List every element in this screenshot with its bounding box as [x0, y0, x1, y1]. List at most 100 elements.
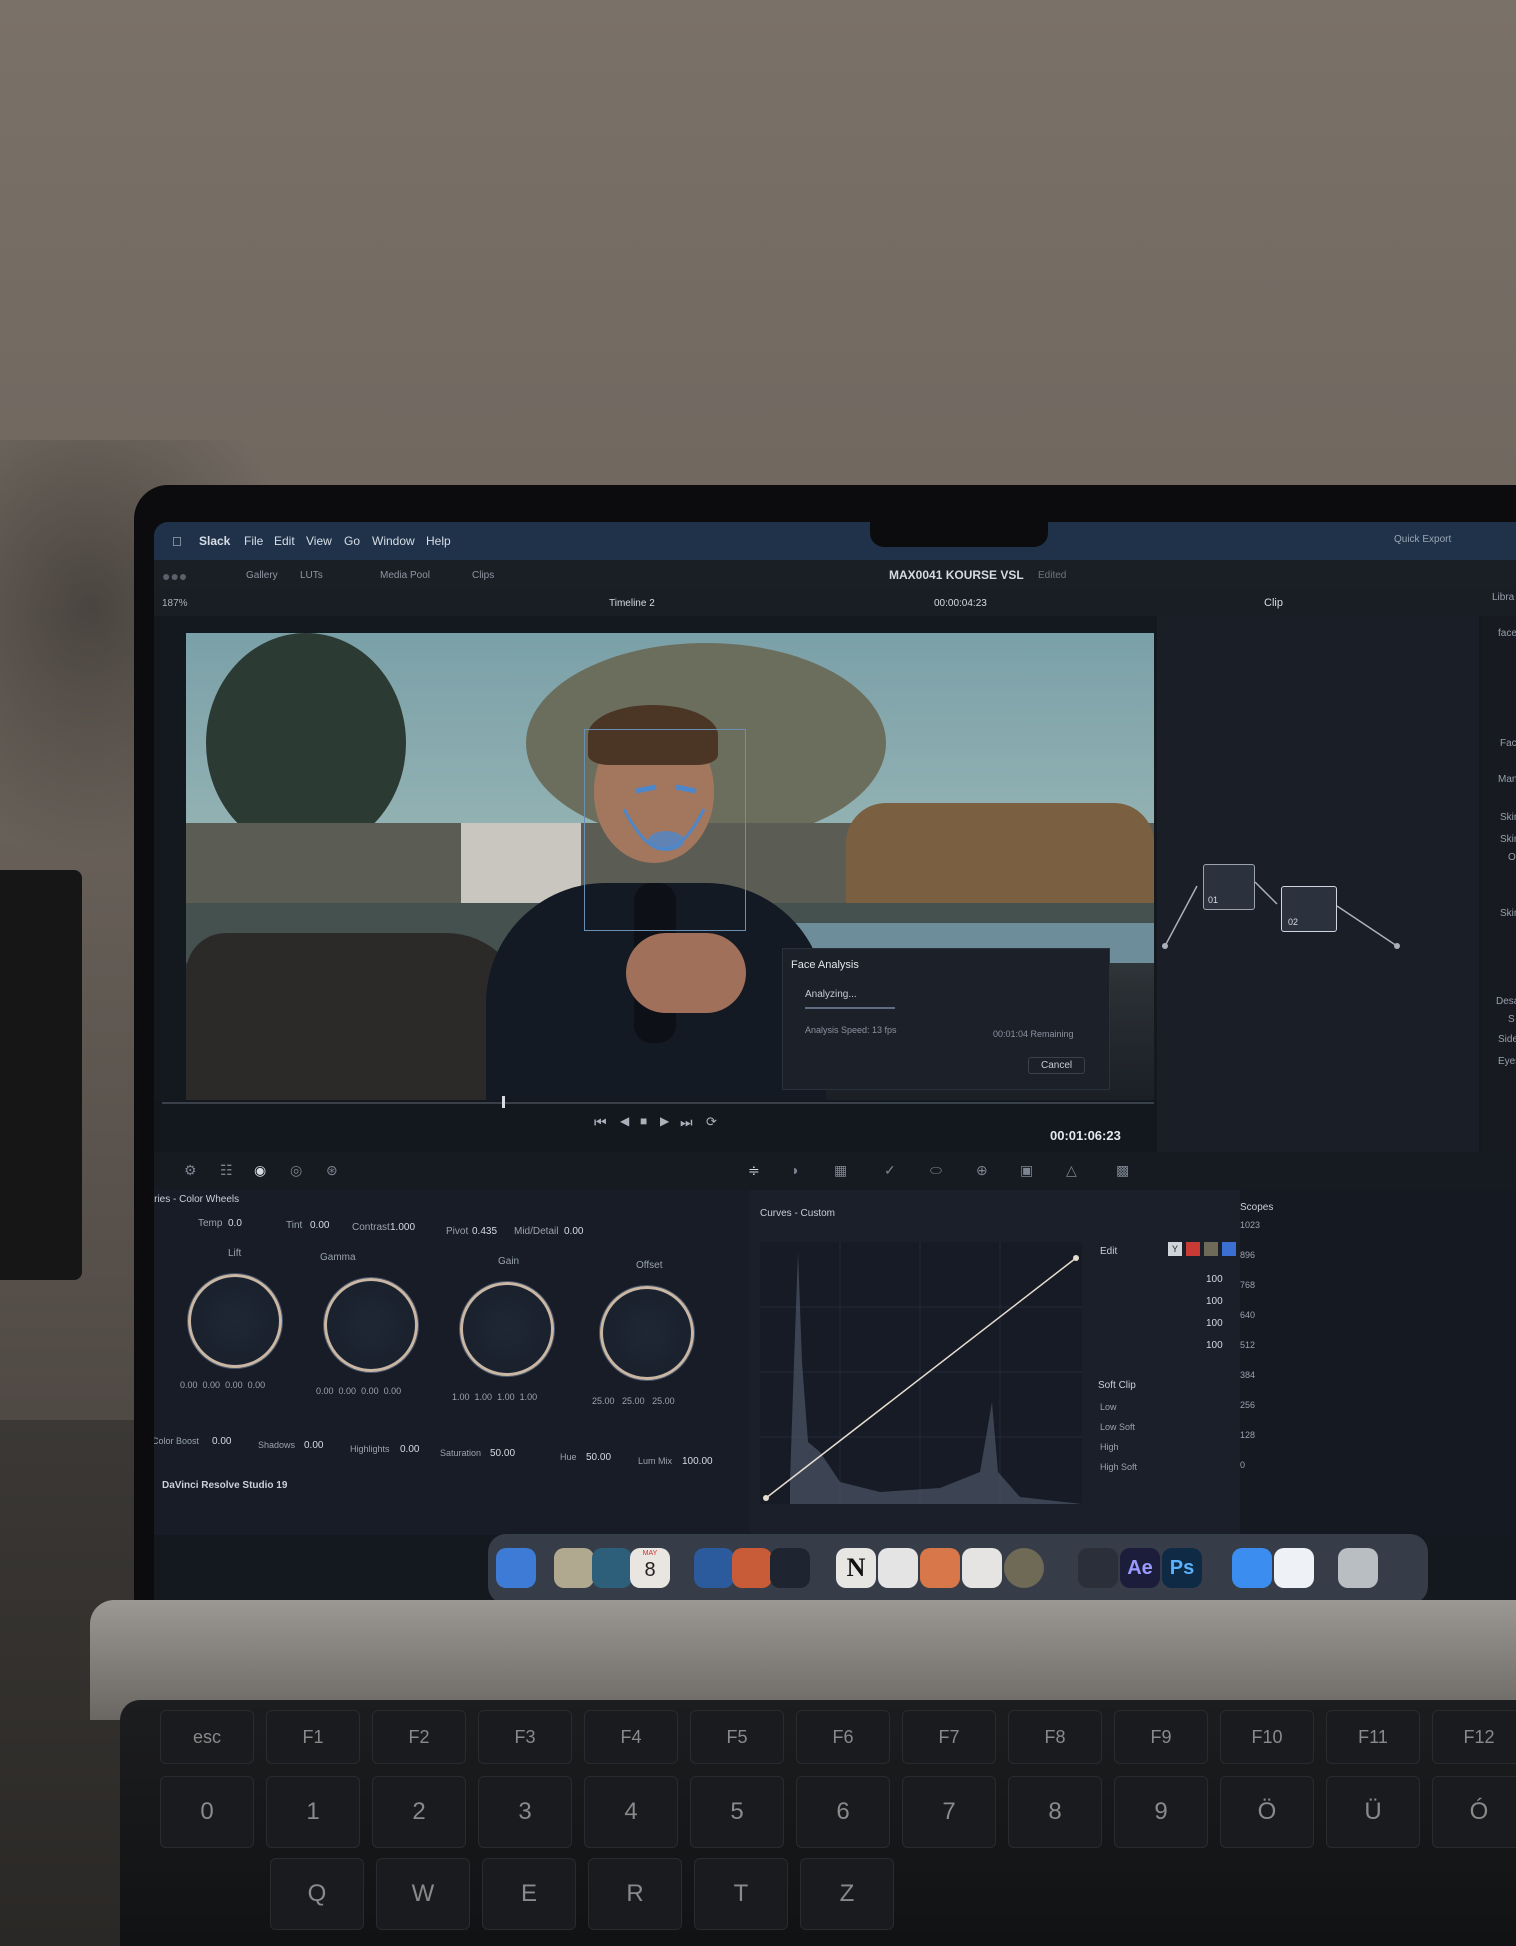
key-r[interactable]: R	[588, 1858, 682, 1930]
photoshop-icon[interactable]: Ps	[1162, 1548, 1202, 1588]
lift-b[interactable]: 0.00	[248, 1380, 266, 1390]
hdr-icon[interactable]: ◎	[290, 1162, 302, 1179]
pivot-value[interactable]: 0.435	[472, 1226, 497, 1237]
menu-slack[interactable]: Slack	[199, 534, 230, 548]
finder-icon[interactable]	[496, 1548, 536, 1588]
key-f7[interactable]: F7	[902, 1710, 996, 1764]
lift-wheel[interactable]	[188, 1274, 282, 1368]
node-02[interactable]: 02	[1281, 886, 1337, 932]
tab-luts[interactable]: LUTs	[300, 570, 323, 581]
intensity-b[interactable]: 100	[1206, 1340, 1223, 1351]
gamma-r[interactable]: 0.00	[339, 1386, 357, 1396]
lummix-value[interactable]: 100.00	[682, 1456, 713, 1467]
spotify-icon[interactable]	[1004, 1548, 1044, 1588]
tab-media-pool[interactable]: Media Pool	[380, 570, 430, 581]
qualifier-icon[interactable]: ✓	[884, 1162, 896, 1179]
preview-icon[interactable]	[554, 1548, 594, 1588]
face-section[interactable]: Fac	[1500, 738, 1516, 749]
magic-mask-icon[interactable]: ▣	[1020, 1162, 1033, 1179]
lift-r[interactable]: 0.00	[203, 1380, 221, 1390]
key-ö[interactable]: Ö	[1220, 1776, 1314, 1848]
window-controls[interactable]: ●●●	[162, 568, 187, 584]
gain-r[interactable]: 1.00	[475, 1392, 493, 1402]
colorboost-value[interactable]: 0.00	[212, 1436, 231, 1447]
davinci-resolve-icon[interactable]	[1078, 1548, 1118, 1588]
menu-go[interactable]: Go	[344, 534, 360, 548]
menu-help[interactable]: Help	[426, 534, 451, 548]
key-w[interactable]: W	[376, 1858, 470, 1930]
contrast-value[interactable]: 1.000	[390, 1222, 415, 1233]
go-to-end-icon[interactable]: ⏭	[680, 1114, 693, 1131]
shadows-value[interactable]: 0.00	[304, 1440, 323, 1451]
tint-value[interactable]: 0.00	[310, 1220, 329, 1231]
playhead[interactable]	[502, 1096, 505, 1108]
trash-icon[interactable]	[1338, 1548, 1378, 1588]
eyes-section[interactable]: Eyes	[1498, 1056, 1516, 1067]
key-9[interactable]: 9	[1114, 1776, 1208, 1848]
perplexity-icon[interactable]	[592, 1548, 632, 1588]
key-f4[interactable]: F4	[584, 1710, 678, 1764]
key-4[interactable]: 4	[584, 1776, 678, 1848]
temp-value[interactable]: 0.0	[228, 1218, 242, 1229]
hue-value[interactable]: 50.00	[586, 1452, 611, 1463]
library-tab[interactable]: Libra	[1492, 592, 1514, 603]
key-f2[interactable]: F2	[372, 1710, 466, 1764]
color-match-icon[interactable]: ☷	[220, 1162, 233, 1179]
key-5[interactable]: 5	[690, 1776, 784, 1848]
key-f8[interactable]: F8	[1008, 1710, 1102, 1764]
step-back-icon[interactable]: ◀	[620, 1114, 629, 1128]
channel-r-button[interactable]	[1186, 1242, 1200, 1256]
key-f5[interactable]: F5	[690, 1710, 784, 1764]
menu-edit[interactable]: Edit	[274, 534, 295, 548]
node-mode-selector[interactable]: Clip	[1264, 597, 1283, 609]
apple-icon[interactable]: 	[172, 534, 182, 549]
key-ó[interactable]: Ó	[1432, 1776, 1516, 1848]
gain-y[interactable]: 1.00	[452, 1392, 470, 1402]
cancel-button[interactable]: Cancel	[1028, 1057, 1086, 1074]
middetail-value[interactable]: 0.00	[564, 1226, 583, 1237]
key-f11[interactable]: F11	[1326, 1710, 1420, 1764]
gain-g[interactable]: 1.00	[497, 1392, 515, 1402]
key-f3[interactable]: F3	[478, 1710, 572, 1764]
gamma-wheel[interactable]	[324, 1278, 418, 1372]
go-to-start-icon[interactable]: ⏮	[594, 1114, 607, 1131]
key-z[interactable]: Z	[800, 1858, 894, 1930]
skin-section-3[interactable]: Skin	[1500, 908, 1516, 919]
channel-g-button[interactable]	[1204, 1242, 1218, 1256]
color-wheels-icon[interactable]: ◉	[254, 1162, 266, 1179]
rgb-mixer-icon[interactable]: ⊛	[326, 1162, 338, 1179]
zoom-level[interactable]: 187%	[162, 598, 188, 609]
key-2[interactable]: 2	[372, 1776, 466, 1848]
camera-raw-icon[interactable]: ⚙	[184, 1162, 197, 1179]
key-0[interactable]: 0	[160, 1776, 254, 1848]
window-icon[interactable]: ⬭	[930, 1162, 942, 1179]
offset-r[interactable]: 25.00	[592, 1396, 615, 1406]
gain-wheel[interactable]	[460, 1282, 554, 1376]
gamma-b[interactable]: 0.00	[384, 1386, 402, 1396]
window-grid-icon[interactable]: ▦	[834, 1162, 847, 1179]
gamma-g[interactable]: 0.00	[361, 1386, 379, 1396]
key-t[interactable]: T	[694, 1858, 788, 1930]
key-e[interactable]: E	[482, 1858, 576, 1930]
key-f10[interactable]: F10	[1220, 1710, 1314, 1764]
key-7[interactable]: 7	[902, 1776, 996, 1848]
side-section[interactable]: Side	[1498, 1034, 1516, 1045]
slack-icon[interactable]	[962, 1548, 1002, 1588]
curves-icon[interactable]: ≑	[748, 1162, 760, 1179]
downloads-folder-icon[interactable]	[1232, 1548, 1272, 1588]
tracker-icon[interactable]: ⊕	[976, 1162, 988, 1179]
color-warper-icon[interactable]: ◑	[790, 1162, 798, 1178]
key-f1[interactable]: F1	[266, 1710, 360, 1764]
lift-y[interactable]: 0.00	[180, 1380, 198, 1390]
stop-icon[interactable]: ■	[640, 1114, 647, 1128]
key-icon[interactable]: ▩	[1116, 1162, 1129, 1179]
app-blue-icon[interactable]	[694, 1548, 734, 1588]
tab-gallery[interactable]: Gallery	[246, 570, 278, 581]
claude-icon[interactable]	[920, 1548, 960, 1588]
intensity-y[interactable]: 100	[1206, 1274, 1223, 1285]
offset-wheel[interactable]	[600, 1286, 694, 1380]
timeline-selector[interactable]: Timeline 2	[609, 598, 655, 609]
intensity-r[interactable]: 100	[1206, 1296, 1223, 1307]
intensity-g[interactable]: 100	[1206, 1318, 1223, 1329]
key-f6[interactable]: F6	[796, 1710, 890, 1764]
